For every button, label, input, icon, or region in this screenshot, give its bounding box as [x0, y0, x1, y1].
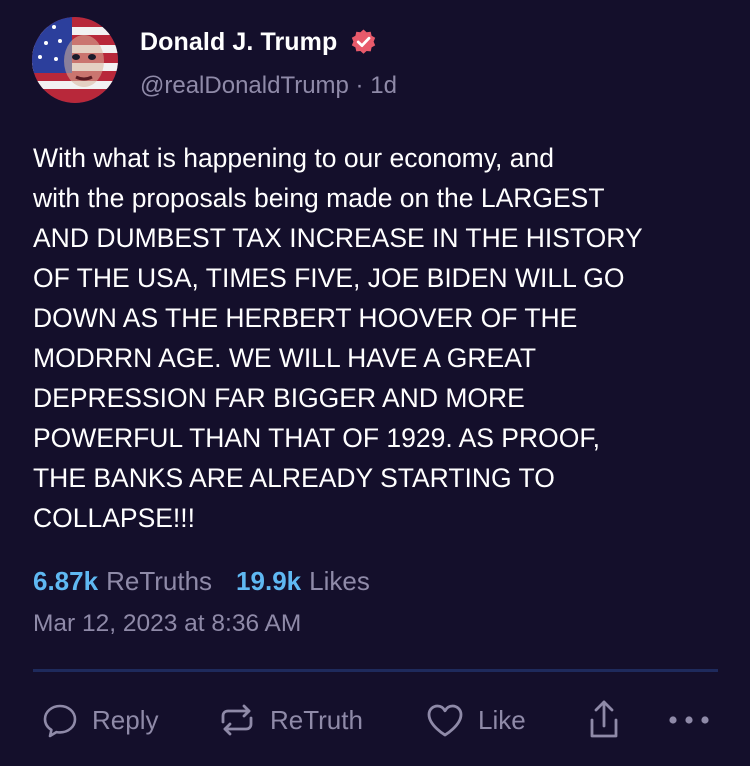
post-body: With what is happening to our economy, a…: [33, 143, 643, 533]
likes-count[interactable]: 19.9k: [236, 560, 301, 602]
retruth-button[interactable]: ReTruth: [216, 692, 363, 748]
truth-post: Donald J. Trump @realDonaldTrump · 1d Wi…: [0, 0, 750, 766]
handle-and-time[interactable]: @realDonaldTrump · 1d: [140, 68, 397, 104]
engagement-stats: 6.87k ReTruths 19.9k Likes: [33, 560, 370, 602]
speech-bubble-icon: [40, 700, 80, 740]
retruth-label: ReTruth: [270, 704, 363, 735]
likes-label[interactable]: Likes: [309, 560, 370, 602]
author-row: Donald J. Trump: [140, 24, 378, 60]
heart-icon: [424, 700, 466, 740]
retruths-count[interactable]: 6.87k: [33, 560, 98, 602]
repost-arrows-icon: [216, 700, 258, 740]
display-name[interactable]: Donald J. Trump: [140, 28, 337, 57]
avatar[interactable]: [32, 17, 118, 103]
like-button[interactable]: Like: [424, 692, 526, 748]
share-upload-icon: [584, 698, 624, 742]
more-dots-icon: [664, 710, 714, 730]
divider: [33, 669, 718, 672]
post-timestamp: Mar 12, 2023 at 8:36 AM: [33, 610, 302, 637]
avatar-image: [32, 17, 118, 103]
share-button[interactable]: [584, 692, 624, 748]
like-label: Like: [478, 704, 526, 735]
verified-badge-icon: [349, 28, 378, 57]
retruths-label[interactable]: ReTruths: [106, 560, 212, 602]
more-options-button[interactable]: [664, 692, 714, 748]
reply-label: Reply: [92, 704, 159, 735]
action-bar: Reply ReTruth Like: [0, 692, 750, 748]
reply-button[interactable]: Reply: [40, 692, 158, 748]
